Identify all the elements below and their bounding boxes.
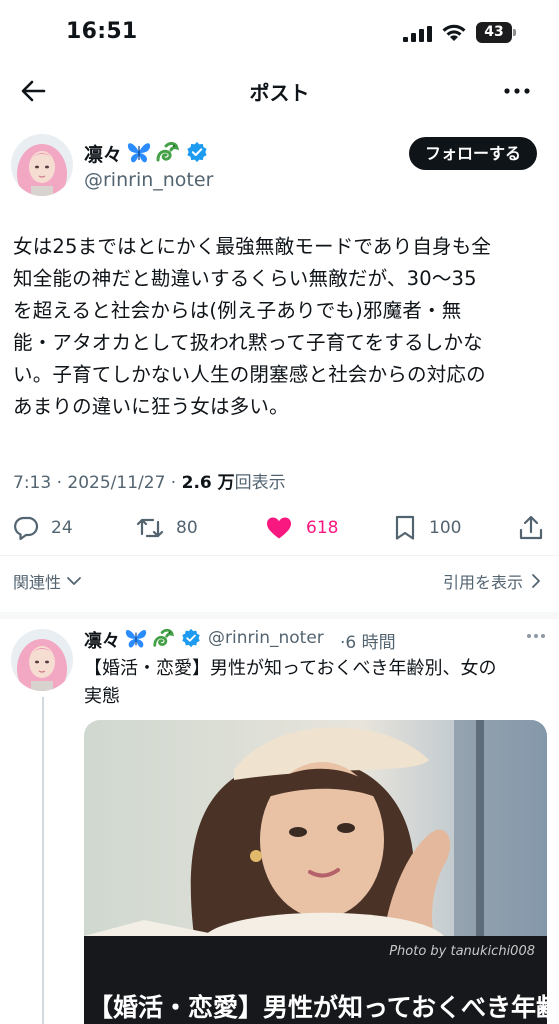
repost-count: 80 <box>176 518 198 538</box>
reply-avatar[interactable] <box>11 629 73 691</box>
view-count: 2.6 万 <box>181 473 235 493</box>
dragon-icon <box>156 142 179 162</box>
thread-line <box>42 697 44 1024</box>
photo-credit: Photo by tanukichi008 <box>389 944 535 959</box>
more-icon[interactable] <box>526 631 546 641</box>
divider <box>0 555 559 556</box>
related-sort[interactable]: 関連性 <box>13 569 83 593</box>
card-photo <box>84 720 547 936</box>
related-label: 関連性 <box>13 573 62 592</box>
meta-separator: · <box>51 473 68 493</box>
status-bar: 16:51 43 <box>0 0 559 62</box>
butterfly-icon <box>127 143 151 163</box>
post-time[interactable]: 7:13 <box>13 473 51 493</box>
battery-level: 43 <box>484 24 504 40</box>
action-bar: 24 80 618 100 <box>0 508 559 548</box>
verified-icon <box>187 142 207 162</box>
card-headline: 【婚活・恋愛】男性が知っておくべき年齢 <box>88 993 547 1022</box>
page-title: ポスト <box>249 81 310 105</box>
nav-bar: ポスト <box>0 62 559 118</box>
verified-icon <box>182 628 200 648</box>
reply-count: 24 <box>51 518 73 538</box>
reply-icon <box>14 516 39 541</box>
like-button[interactable]: 618 <box>266 508 338 548</box>
repost-button[interactable]: 80 <box>136 508 198 548</box>
more-icon[interactable] <box>503 79 531 103</box>
bookmark-button[interactable]: 100 <box>394 508 461 548</box>
author-name[interactable]: 凛々 <box>84 140 122 167</box>
follow-button[interactable]: フォローする <box>409 137 537 170</box>
link-card[interactable]: Photo by tanukichi008 【婚活・恋愛】男性が知っておくべき年… <box>84 720 547 1024</box>
avatar[interactable] <box>11 134 73 196</box>
view-quotes-link[interactable]: 引用を表示 <box>443 569 543 593</box>
share-button[interactable] <box>518 508 544 548</box>
share-icon <box>519 515 543 540</box>
battery-icon: 43 <box>476 22 516 43</box>
like-count: 618 <box>306 518 339 538</box>
view-label: 回表示 <box>234 473 286 493</box>
signal-icon <box>403 26 432 42</box>
chevron-right-icon <box>532 574 540 588</box>
post-meta: 7:13 · 2025/11/27 · 2.6 万回表示 <box>13 468 286 493</box>
reply-author-name[interactable]: 凛々 <box>84 627 120 653</box>
reply-button[interactable]: 24 <box>13 508 73 548</box>
meta-separator: · <box>165 473 182 493</box>
post-text: 女は25まではとにかく最強無敵モードであり自身も全 知全能の神だと勘違いするくら… <box>13 235 492 418</box>
reply-timeago[interactable]: ·6 時間 <box>340 628 396 653</box>
divider <box>0 612 559 619</box>
dragon-icon <box>153 628 174 647</box>
heart-icon <box>267 517 291 539</box>
bookmark-icon <box>395 515 415 540</box>
reply-author-handle[interactable]: @rinrin_noter <box>208 628 324 648</box>
wifi-icon <box>442 24 466 41</box>
post-date[interactable]: 2025/11/27 <box>67 473 165 493</box>
butterfly-icon <box>125 630 147 648</box>
quotes-label: 引用を表示 <box>442 573 523 592</box>
card-banner: Photo by tanukichi008 【婚活・恋愛】男性が知っておくべき年… <box>84 936 547 1024</box>
chevron-down-icon <box>67 577 81 585</box>
repost-icon <box>136 518 164 538</box>
author-handle[interactable]: @rinrin_noter <box>84 169 213 191</box>
status-time: 16:51 <box>66 19 138 44</box>
bookmark-count: 100 <box>429 518 462 538</box>
reply-text: 【婚活・恋愛】男性が知っておくべき年齢別、女の 実態 <box>84 658 497 707</box>
